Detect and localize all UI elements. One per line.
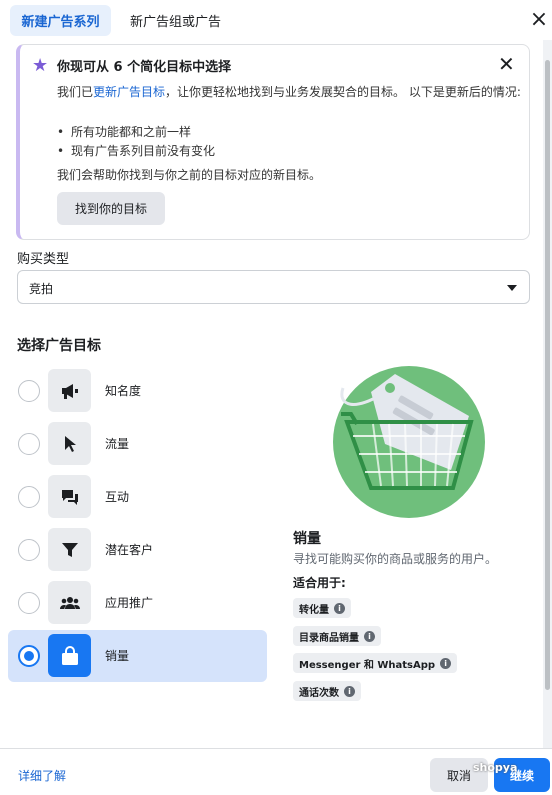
chip-label: 通话次数 — [299, 687, 339, 699]
chip-label: Messenger 和 WhatsApp — [299, 659, 436, 671]
megaphone-icon — [48, 369, 91, 412]
fit-chip: 目录商品销量 i — [293, 626, 381, 646]
info-icon[interactable]: i — [344, 685, 355, 697]
info-icon[interactable]: i — [334, 602, 345, 614]
objective-radio-selected[interactable] — [18, 645, 40, 667]
info-icon[interactable]: i — [440, 657, 452, 669]
objective-detail-description: 寻找可能购买你的商品或服务的用户。 — [293, 552, 498, 566]
fit-for-label: 适合用于: — [293, 576, 346, 590]
star-icon: ★ — [32, 55, 49, 76]
buy-type-label: 购买类型 — [17, 252, 70, 267]
cursor-icon — [48, 422, 91, 465]
objective-option-engagement[interactable]: 互动 — [8, 471, 267, 523]
objective-label: 互动 — [105, 490, 130, 504]
chip-label: 转化量 — [299, 604, 329, 616]
objective-option-sales[interactable]: 销量 — [8, 630, 267, 682]
objective-radio[interactable] — [18, 486, 40, 508]
fit-chip: 通话次数 i — [293, 681, 361, 701]
info-icon[interactable]: i — [364, 630, 375, 642]
close-icon[interactable]: × — [526, 8, 552, 34]
objective-section-title: 选择广告目标 — [17, 338, 101, 354]
objective-option-app-promotion[interactable]: 应用推广 — [8, 577, 267, 629]
notice-paragraph: 我们已更新广告目标，让你更轻松地找到与业务发展契合的目标。 以下是更新后的情况: — [57, 85, 521, 99]
update-objectives-link[interactable]: 更新广告目标 — [93, 85, 165, 99]
objective-option-awareness[interactable]: 知名度 — [8, 365, 267, 417]
chip-label: 目录商品销量 — [299, 632, 359, 644]
notice-bullets: 所有功能都和之前一样 现有广告系列目前没有变化 — [57, 123, 215, 161]
fit-chip: 转化量 i — [293, 598, 351, 618]
chat-bubbles-icon — [48, 475, 91, 518]
funnel-icon — [48, 528, 91, 571]
notice-help-text: 我们会帮助你找到与你之前的目标对应的新目标。 — [57, 168, 322, 182]
objective-radio[interactable] — [18, 433, 40, 455]
objective-radio[interactable] — [18, 539, 40, 561]
people-icon — [48, 581, 91, 624]
objective-option-traffic[interactable]: 流量 — [8, 418, 267, 470]
dialog-footer: 详细了解 取消 继续 — [0, 748, 552, 795]
tab-new-adset-or-ad[interactable]: 新广告组或广告 — [122, 5, 229, 36]
scrollbar-thumb[interactable] — [545, 60, 550, 690]
tab-new-campaign[interactable]: 新建广告系列 — [10, 5, 111, 36]
fit-chip: Messenger 和 WhatsApp i — [293, 653, 458, 673]
objective-radio[interactable] — [18, 592, 40, 614]
find-objective-button[interactable]: 找到你的目标 — [57, 192, 165, 225]
watermark: shopya — [473, 761, 518, 774]
objective-radio[interactable] — [18, 380, 40, 402]
sales-illustration — [333, 366, 485, 518]
top-bar: 新建广告系列 新广告组或广告 × — [0, 0, 552, 40]
buy-type-select[interactable]: 竞拍 — [17, 270, 530, 304]
learn-more-link[interactable]: 详细了解 — [18, 767, 66, 784]
objective-label: 知名度 — [105, 384, 142, 398]
objective-label: 应用推广 — [105, 596, 154, 610]
chevron-down-icon — [507, 285, 517, 291]
objective-label: 销量 — [105, 649, 130, 663]
notice-bullet: 所有功能都和之前一样 — [57, 123, 215, 142]
objective-label: 流量 — [105, 437, 130, 451]
objective-option-leads[interactable]: 潜在客户 — [8, 524, 267, 576]
notice-bullet: 现有广告系列目前没有变化 — [57, 142, 215, 161]
objective-label: 潜在客户 — [105, 543, 154, 557]
shopping-bag-icon — [48, 634, 91, 677]
notice-title: 你现可从 6 个简化目标中选择 — [57, 60, 232, 75]
notice-close-icon[interactable]: ✕ — [498, 54, 515, 74]
objective-detail-title: 销量 — [293, 531, 321, 547]
objective-update-notice: ★ 你现可从 6 个简化目标中选择 ✕ 我们已更新广告目标，让你更轻松地找到与业… — [16, 44, 530, 240]
buy-type-value: 竞拍 — [29, 282, 54, 296]
